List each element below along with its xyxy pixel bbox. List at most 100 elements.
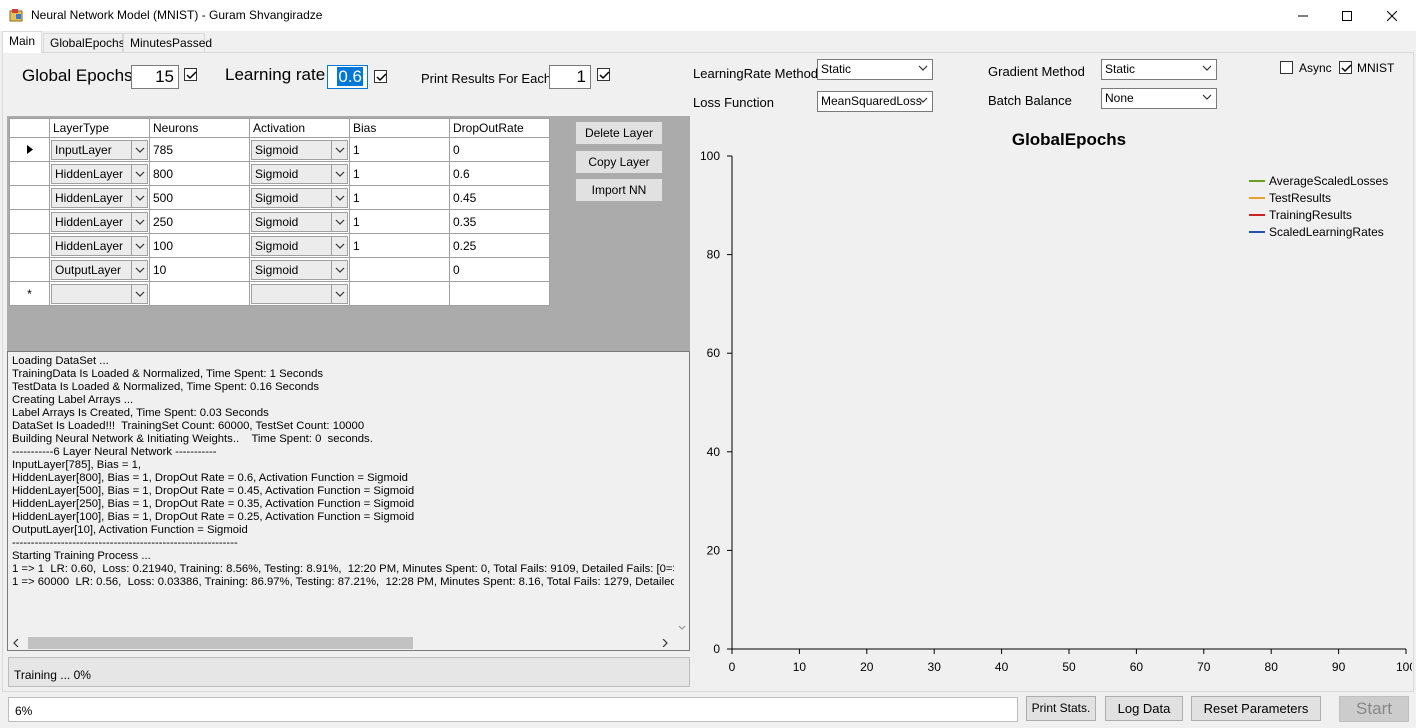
- print-results-checkbox[interactable]: [597, 68, 610, 81]
- global-epochs-checkbox[interactable]: [184, 68, 197, 81]
- cell-activation[interactable]: [249, 281, 350, 306]
- dropdown-button[interactable]: [331, 236, 347, 255]
- minimize-button[interactable]: [1280, 0, 1326, 31]
- tab-globalepochs[interactable]: GlobalEpochs: [43, 33, 125, 52]
- scroll-right-icon[interactable]: [661, 639, 669, 647]
- col-header-neurons[interactable]: Neurons: [149, 118, 250, 138]
- cell-neurons[interactable]: 500: [149, 185, 250, 210]
- cell-bias[interactable]: 1: [349, 233, 450, 258]
- dropdown-button[interactable]: [331, 212, 347, 231]
- maximize-button[interactable]: [1324, 0, 1370, 31]
- learning-rate-checkbox[interactable]: [374, 70, 387, 83]
- cell-dropout[interactable]: 0: [449, 137, 550, 162]
- row-header[interactable]: [9, 209, 50, 234]
- cell-layertype[interactable]: HiddenLayer: [49, 233, 150, 258]
- scroll-left-icon[interactable]: [12, 639, 20, 647]
- cell-neurons[interactable]: 800: [149, 161, 250, 186]
- cell-bias[interactable]: 1: [349, 137, 450, 162]
- async-checkbox[interactable]: [1280, 61, 1293, 74]
- row-header[interactable]: [9, 185, 50, 210]
- copy-layer-button[interactable]: Copy Layer: [575, 150, 663, 174]
- cell-dropout[interactable]: 0: [449, 257, 550, 282]
- row-header[interactable]: [9, 233, 50, 258]
- cell-neurons[interactable]: 100: [149, 233, 250, 258]
- dropdown-button[interactable]: [131, 164, 147, 183]
- dropdown-button[interactable]: [331, 140, 347, 159]
- cell-layertype[interactable]: HiddenLayer: [49, 185, 150, 210]
- log-vertical-scrollbar[interactable]: [674, 352, 689, 635]
- tab-main[interactable]: Main: [2, 31, 42, 53]
- dropdown-button[interactable]: [331, 284, 347, 303]
- cell-activation[interactable]: Sigmoid: [249, 257, 350, 282]
- log-line: Loading DataSet ...: [12, 355, 109, 367]
- cell-dropout[interactable]: [449, 281, 550, 306]
- dropdown-button[interactable]: [331, 188, 347, 207]
- cell-bias[interactable]: [349, 257, 450, 282]
- delete-layer-button[interactable]: Delete Layer: [575, 121, 663, 145]
- start-button[interactable]: Start: [1339, 696, 1409, 722]
- mnist-checkbox[interactable]: [1339, 61, 1352, 74]
- col-header-activation[interactable]: Activation: [249, 118, 350, 138]
- table-row[interactable]: OutputLayer 10 Sigmoid 0: [9, 257, 550, 282]
- cell-neurons[interactable]: 785: [149, 137, 250, 162]
- table-row[interactable]: InputLayer 785 Sigmoid 1 0: [9, 137, 550, 162]
- log-horizontal-scrollbar[interactable]: [8, 635, 689, 650]
- layer-grid[interactable]: LayerType Neurons Activation Bias DropOu…: [9, 118, 550, 306]
- close-button[interactable]: [1369, 0, 1415, 31]
- scroll-thumb[interactable]: [28, 637, 413, 649]
- cell-dropout[interactable]: 0.45: [449, 185, 550, 210]
- cell-dropout[interactable]: 0.25: [449, 233, 550, 258]
- print-results-input[interactable]: 1: [549, 65, 591, 89]
- cell-layertype[interactable]: OutputLayer: [49, 257, 150, 282]
- dropdown-button[interactable]: [131, 140, 147, 159]
- cell-dropout[interactable]: 0.6: [449, 161, 550, 186]
- cell-activation[interactable]: Sigmoid: [249, 209, 350, 234]
- table-row[interactable]: HiddenLayer 100 Sigmoid 1 0.25: [9, 233, 550, 258]
- cell-neurons[interactable]: 10: [149, 257, 250, 282]
- cell-layertype[interactable]: HiddenLayer: [49, 209, 150, 234]
- dropdown-button[interactable]: [131, 188, 147, 207]
- import-nn-button[interactable]: Import NN: [575, 178, 663, 202]
- cell-activation[interactable]: Sigmoid: [249, 233, 350, 258]
- table-row[interactable]: HiddenLayer 800 Sigmoid 1 0.6: [9, 161, 550, 186]
- log-data-button[interactable]: Log Data: [1105, 696, 1183, 721]
- cell-layertype[interactable]: [49, 281, 150, 306]
- dropdown-button[interactable]: [131, 260, 147, 279]
- dropdown-button[interactable]: [131, 236, 147, 255]
- gradient-method-select[interactable]: Static: [1101, 59, 1217, 80]
- learning-rate-input[interactable]: 0.6: [327, 65, 368, 89]
- table-row[interactable]: HiddenLayer 500 Sigmoid 1 0.45: [9, 185, 550, 210]
- print-stats-button[interactable]: Print Stats.: [1026, 696, 1096, 721]
- row-header[interactable]: [9, 257, 50, 282]
- cell-activation[interactable]: Sigmoid: [249, 137, 350, 162]
- dropdown-button[interactable]: [331, 164, 347, 183]
- new-row[interactable]: *: [9, 281, 550, 306]
- cell-bias[interactable]: 1: [349, 185, 450, 210]
- col-header-dropout[interactable]: DropOutRate: [449, 118, 550, 138]
- global-epochs-input[interactable]: 15: [131, 65, 179, 89]
- log-output[interactable]: Loading DataSet ... TrainingData Is Loade…: [7, 351, 690, 651]
- cell-bias[interactable]: [349, 281, 450, 306]
- tab-minutespassed[interactable]: MinutesPassed: [123, 33, 212, 52]
- lr-method-select[interactable]: Static: [817, 59, 933, 80]
- cell-bias[interactable]: 1: [349, 161, 450, 186]
- cell-activation[interactable]: Sigmoid: [249, 161, 350, 186]
- cell-dropout[interactable]: 0.35: [449, 209, 550, 234]
- col-header-bias[interactable]: Bias: [349, 118, 450, 138]
- reset-parameters-button[interactable]: Reset Parameters: [1191, 696, 1321, 721]
- cell-layertype[interactable]: HiddenLayer: [49, 161, 150, 186]
- cell-layertype[interactable]: InputLayer: [49, 137, 150, 162]
- batch-balance-select[interactable]: None: [1101, 88, 1217, 109]
- loss-function-select[interactable]: MeanSquaredLoss: [817, 91, 933, 112]
- dropdown-button[interactable]: [131, 284, 147, 303]
- cell-bias[interactable]: 1: [349, 209, 450, 234]
- row-header[interactable]: [9, 137, 50, 162]
- row-header[interactable]: [9, 161, 50, 186]
- dropdown-button[interactable]: [331, 260, 347, 279]
- cell-neurons[interactable]: 250: [149, 209, 250, 234]
- cell-neurons[interactable]: [149, 281, 250, 306]
- cell-activation[interactable]: Sigmoid: [249, 185, 350, 210]
- dropdown-button[interactable]: [131, 212, 147, 231]
- col-header-layertype[interactable]: LayerType: [49, 118, 150, 138]
- table-row[interactable]: HiddenLayer 250 Sigmoid 1 0.35: [9, 209, 550, 234]
